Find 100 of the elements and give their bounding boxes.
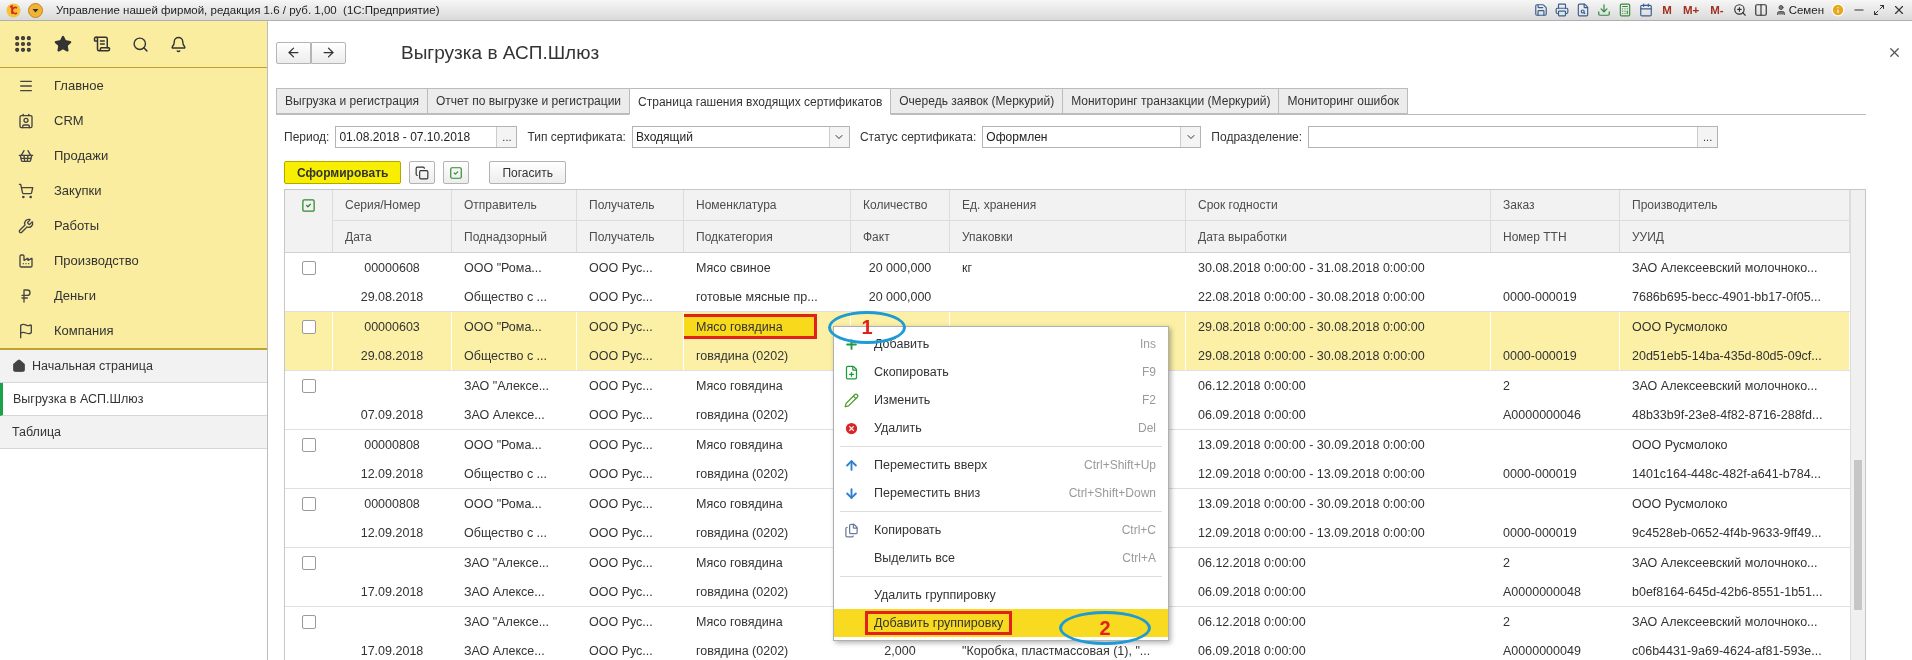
table-cell-text: ООО Рус... xyxy=(588,583,654,601)
table-cell-text: А0000000048 xyxy=(1502,583,1582,601)
table-cell-text: ЗАО "Алексе... xyxy=(463,377,551,395)
table-cell-text: говядина (0202) xyxy=(695,465,790,483)
table-cell-text: c06b4431-9a69-4624-af81-593e... xyxy=(1631,642,1823,660)
table-cell-text: ООО Рус... xyxy=(588,554,654,572)
table-cell-text: ООО Рус... xyxy=(588,406,654,424)
table-cell-text: 2 xyxy=(1502,554,1511,572)
table-cell-text: ООО "Рома... xyxy=(463,495,543,513)
table-cell-text: Мясо говядина xyxy=(695,495,784,513)
table-cell-text: ООО Рус... xyxy=(588,524,654,542)
table-cell-text: Общество с ... xyxy=(463,465,549,483)
table-cell: Общество с ... xyxy=(452,341,577,370)
table-cell-text: 20 000,000 xyxy=(867,288,933,306)
table-cell-text: 06.09.2018 0:00:00 xyxy=(1197,642,1307,660)
table-cell-text: говядина (0202) xyxy=(695,524,790,542)
table-cell-text: говядина (0202) xyxy=(695,406,790,424)
shortcut-label: Ins xyxy=(1140,337,1156,351)
table-cell-text: ООО Рус... xyxy=(588,288,654,306)
table-cell-text: "Коробка, пластмассовая (1), "... xyxy=(961,642,1152,660)
table-cell-text: ЗАО Алексеевский молочноко... xyxy=(1631,554,1819,572)
table-cell-text: Мясо говядина xyxy=(695,377,784,395)
table-cell-text: 29.08.2018 xyxy=(359,288,425,306)
table-cell-text: 9c4528eb-0652-4f4b-9633-9ff49... xyxy=(1631,524,1823,542)
filter-label: Тип сертификата: xyxy=(527,130,626,144)
table-cell-text: ООО Рус... xyxy=(588,436,654,454)
table-cell-text: говядина (0202) xyxy=(695,583,790,601)
table-cell-text: 13.09.2018 0:00:00 - 30.09.2018 0:00:00 xyxy=(1197,436,1426,454)
table-cell-text: 06.12.2018 0:00:00 xyxy=(1197,377,1307,395)
table-cell-text: 06.09.2018 0:00:00 xyxy=(1197,583,1307,601)
table-cell: 29.08.2018 xyxy=(333,341,452,370)
window-title: Управление нашей фирмой, редакция 1.6 / руб. 1,00 (1С:Предприятие) xyxy=(56,4,440,16)
table-cell-text: 00000608 xyxy=(363,259,421,277)
table-cell-text: Общество с ... xyxy=(463,288,549,306)
table-cell-text: 00000808 xyxy=(363,495,421,513)
table-cell-text: 12.09.2018 xyxy=(359,524,425,542)
shortcut-label: Ctrl+A xyxy=(1122,551,1156,565)
table-cell-text: ЗАО "Алексе... xyxy=(463,613,551,631)
table-cell-text: 0000-000019 xyxy=(1502,524,1578,542)
filter-label: Период: xyxy=(284,130,330,144)
table-cell-text: ООО Рус... xyxy=(588,613,654,631)
table-cell-text: говядина (0202) xyxy=(695,642,790,660)
table-cell-text: 12.09.2018 0:00:00 - 13.09.2018 0:00:00 xyxy=(1197,465,1426,483)
table-cell-text: Мясо свиное xyxy=(695,259,772,277)
table-cell-text: 22.08.2018 0:00:00 - 30.08.2018 0:00:00 xyxy=(1197,288,1426,306)
table-cell: 00000603 xyxy=(333,312,452,341)
form-title: Выгрузка в АСП.Шлюз xyxy=(401,41,600,64)
callout-label: 2 xyxy=(1059,611,1151,645)
shortcut-label: Ctrl+C xyxy=(1121,523,1156,537)
table-cell-text: 07.09.2018 xyxy=(359,406,425,424)
table-cell: ООО "Рома... xyxy=(452,312,577,341)
table-cell-text: 17.09.2018 xyxy=(359,583,425,601)
table-cell-text: 0000-000019 xyxy=(1502,465,1578,483)
filter-label: Статус сертификата: xyxy=(859,130,977,144)
table-cell-text: ЗАО Алексеевский молочноко... xyxy=(1631,377,1819,395)
table-cell-text: 20 000,000 xyxy=(867,259,933,277)
shortcut-label: F9 xyxy=(1142,365,1156,379)
table-cell-text: кг xyxy=(961,259,974,277)
table-cell-text: 2,000 xyxy=(883,642,917,660)
shortcut-label: F2 xyxy=(1142,393,1156,407)
table-cell: 29.08.2018 0:00:00 - 30.08.2018 0:00:00 xyxy=(1186,312,1491,341)
table-cell-text: 13.09.2018 0:00:00 - 30.09.2018 0:00:00 xyxy=(1197,495,1426,513)
table-cell-text: Мясо говядина xyxy=(695,436,784,454)
table-cell-text: 12.09.2018 xyxy=(359,465,425,483)
table-cell-text: Мясо говядина xyxy=(695,554,784,572)
table-cell-text: 7686b695-becc-4901-bb17-0f05... xyxy=(1631,288,1823,306)
table-cell-text: ООО Рус... xyxy=(588,259,654,277)
table-cell-text: 12.09.2018 0:00:00 - 13.09.2018 0:00:00 xyxy=(1197,524,1426,542)
shortcut-label: Del xyxy=(1138,421,1156,435)
table-cell: 29.08.2018 0:00:00 - 30.08.2018 0:00:00 xyxy=(1186,341,1491,370)
table-cell-text: 00000808 xyxy=(363,436,421,454)
table-cell-text: 06.09.2018 0:00:00 xyxy=(1197,406,1307,424)
table-cell-text: ООО "Рома... xyxy=(463,436,543,454)
table-cell-text: готовые мясные пр... xyxy=(695,288,819,306)
table-cell-text: ООО Русмолоко xyxy=(1631,495,1729,513)
table-cell-text: 48b33b9f-23e8-4f82-8716-288fd... xyxy=(1631,406,1824,424)
table-cell-text: ООО Рус... xyxy=(588,377,654,395)
table-cell-text: 06.12.2018 0:00:00 xyxy=(1197,613,1307,631)
shortcut-label: Ctrl+Shift+Down xyxy=(1068,486,1156,500)
table-cell-text: 0000-000019 xyxy=(1502,288,1578,306)
table-cell-text: 06.12.2018 0:00:00 xyxy=(1197,554,1307,572)
table-cell-text: ООО Рус... xyxy=(588,642,654,660)
table-cell-text: ЗАО Алексе... xyxy=(463,406,546,424)
table-cell-text: ЗАО Алексе... xyxy=(463,583,546,601)
table-cell-text: ЗАО "Алексе... xyxy=(463,554,551,572)
table-cell: ООО Рус... xyxy=(577,341,684,370)
table-cell-text: 17.09.2018 xyxy=(359,642,425,660)
table-cell-text: А0000000046 xyxy=(1502,406,1582,424)
table-cell-text: ООО Рус... xyxy=(588,465,654,483)
table-cell-text: 1401c164-448c-482f-a641-b784... xyxy=(1631,465,1823,483)
table-cell-text: 2 xyxy=(1502,613,1511,631)
table-cell-text: b0ef8164-645d-42b6-8551-1b51... xyxy=(1631,583,1824,601)
table-cell-text: А0000000049 xyxy=(1502,642,1582,660)
table-cell-text: ЗАО Алексеевский молочноко... xyxy=(1631,613,1819,631)
table-cell-text: ООО Рус... xyxy=(588,495,654,513)
table-cell-text: ЗАО Алексеевский молочноко... xyxy=(1631,259,1819,277)
filter-label: Подразделение: xyxy=(1211,130,1303,144)
table-cell-text: Мясо говядина xyxy=(695,613,784,631)
table-cell-text: 2 xyxy=(1502,377,1511,395)
shortcut-label: Ctrl+Shift+Up xyxy=(1083,458,1156,472)
